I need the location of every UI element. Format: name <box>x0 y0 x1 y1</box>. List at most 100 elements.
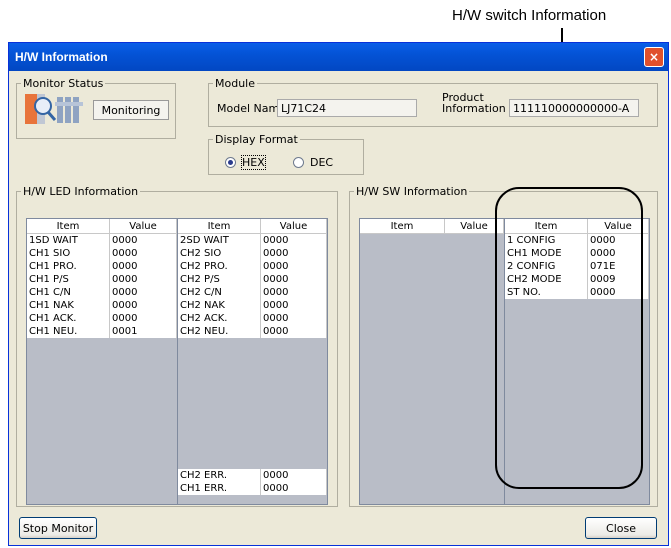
sw-row: ST NO. 0000 <box>505 286 649 299</box>
sw-header-item-2: Item <box>505 219 588 234</box>
item-cell: 2 CONFIG <box>505 260 588 273</box>
item-cell: CH1 C/N <box>27 286 110 299</box>
hex-radio-label: HEX <box>241 155 266 170</box>
product-label-line2: Information <box>442 102 506 115</box>
value-cell: 071E <box>587 260 649 273</box>
sw-info-grid[interactable]: Item Value Item Value 1 CONFIG 0000 CH1 MO… <box>359 218 650 505</box>
monitor-status-group: Monitor Status Monitoring <box>16 77 176 139</box>
led-grid-right: Item Value 2SD WAIT 0000 CH2 SIO 0000 CH2 PR… <box>178 219 327 504</box>
stop-monitor-button[interactable]: Stop Monitor <box>19 517 97 539</box>
led-row: CH1 PRO. 0000 <box>27 260 177 273</box>
led-row: CH1 ERR. 0000 <box>178 482 327 495</box>
value-cell: 0000 <box>260 312 327 325</box>
sw-row: CH1 MODE 0000 <box>505 247 649 260</box>
monitor-status-value: Monitoring <box>93 100 169 120</box>
led-grid-left: Item Value 1SD WAIT 0000 CH1 SIO 0000 CH1 PR… <box>27 219 177 504</box>
led-row: CH2 NEU. 0000 <box>178 325 327 338</box>
value-cell: 0001 <box>109 325 177 338</box>
value-cell: 0000 <box>109 312 177 325</box>
led-row: CH1 NAK 0000 <box>27 299 177 312</box>
led-row: CH2 P/S 0000 <box>178 273 327 286</box>
sw-row: CH2 MODE 0009 <box>505 273 649 286</box>
value-cell: 0000 <box>260 247 327 260</box>
led-info-group: H/W LED Information Item Value 1SD WAIT 0… <box>16 185 338 507</box>
model-name-label: Model Name <box>217 102 286 115</box>
led-row: CH2 NAK 0000 <box>178 299 327 312</box>
value-cell: 0000 <box>587 286 649 299</box>
item-cell: CH2 PRO. <box>178 260 261 273</box>
window-title: H/W Information <box>15 50 108 64</box>
item-cell: CH1 ACK. <box>27 312 110 325</box>
item-cell: CH2 C/N <box>178 286 261 299</box>
value-cell: 0000 <box>109 299 177 312</box>
sw-row: 2 CONFIG 071E <box>505 260 649 273</box>
value-cell: 0000 <box>260 260 327 273</box>
led-row: CH2 ACK. 0000 <box>178 312 327 325</box>
value-cell: 0000 <box>587 247 649 260</box>
item-cell: CH2 P/S <box>178 273 261 286</box>
sw-grid-left: Item Value <box>360 219 504 504</box>
dec-radio-label: DEC <box>310 156 334 169</box>
item-cell: CH1 SIO <box>27 247 110 260</box>
led-row: 1SD WAIT 0000 <box>27 233 177 247</box>
value-cell: 0000 <box>260 273 327 286</box>
hex-radio[interactable]: HEX <box>225 155 266 170</box>
product-info-label: Product Information <box>442 92 506 114</box>
sw-grid-right: Item Value 1 CONFIG 0000 CH1 MODE 0000 2 CON… <box>505 219 649 504</box>
led-row: CH1 C/N 0000 <box>27 286 177 299</box>
product-info-field: 111110000000000-A <box>509 99 639 117</box>
item-cell: CH2 ERR. <box>178 469 261 482</box>
led-row: CH1 NEU. 0001 <box>27 325 177 338</box>
led-row: CH1 ACK. 0000 <box>27 312 177 325</box>
title-bar: H/W Information × <box>9 43 668 71</box>
item-cell: CH2 ACK. <box>178 312 261 325</box>
value-cell: 0000 <box>587 233 649 247</box>
close-button[interactable]: Close <box>585 517 657 539</box>
item-cell: 2SD WAIT <box>178 233 261 247</box>
value-cell: 0000 <box>260 286 327 299</box>
value-cell: 0000 <box>109 286 177 299</box>
sw-row: 1 CONFIG 0000 <box>505 233 649 247</box>
led-row: CH2 ERR. 0000 <box>178 469 327 482</box>
led-info-legend: H/W LED Information <box>23 185 139 198</box>
item-cell: CH1 MODE <box>505 247 588 260</box>
value-cell: 0000 <box>109 233 177 247</box>
led-header-item: Item <box>27 219 110 234</box>
monitor-status-legend: Monitor Status <box>23 77 104 90</box>
value-cell: 0000 <box>260 469 327 482</box>
value-cell: 0000 <box>109 247 177 260</box>
led-row: CH2 SIO 0000 <box>178 247 327 260</box>
sw-info-group: H/W SW Information Item Value Item Value… <box>349 185 658 507</box>
display-format-legend: Display Format <box>215 133 298 146</box>
led-header-item-2: Item <box>178 219 261 234</box>
led-row: CH2 C/N 0000 <box>178 286 327 299</box>
led-info-grid[interactable]: Item Value 1SD WAIT 0000 CH1 SIO 0000 CH1 PR… <box>26 218 328 505</box>
callout-label: H/W switch Information <box>452 7 607 24</box>
sw-header-value: Value <box>444 219 504 234</box>
value-cell: 0000 <box>260 233 327 247</box>
hex-radio-dot <box>225 157 236 168</box>
window-close-button[interactable]: × <box>644 47 664 67</box>
monitor-status-icon <box>25 94 85 124</box>
dec-radio-dot <box>293 157 304 168</box>
value-cell: 0000 <box>109 260 177 273</box>
led-row: CH1 P/S 0000 <box>27 273 177 286</box>
item-cell: CH2 NEU. <box>178 325 261 338</box>
item-cell: CH2 NAK <box>178 299 261 312</box>
value-cell: 0009 <box>587 273 649 286</box>
item-cell: CH1 PRO. <box>27 260 110 273</box>
led-header-value-2: Value <box>260 219 327 234</box>
module-group: Module Model Name LJ71C24 Product Inform… <box>208 77 658 127</box>
dec-radio[interactable]: DEC <box>293 156 333 169</box>
value-cell: 0000 <box>109 273 177 286</box>
sw-header-item: Item <box>360 219 445 234</box>
led-header-value: Value <box>109 219 177 234</box>
sw-header-value-2: Value <box>587 219 649 234</box>
close-icon: × <box>648 50 660 64</box>
item-cell: ST NO. <box>505 286 588 299</box>
module-legend: Module <box>215 77 255 90</box>
item-cell: CH2 SIO <box>178 247 261 260</box>
value-cell: 0000 <box>260 325 327 338</box>
led-row: CH2 PRO. 0000 <box>178 260 327 273</box>
value-cell: 0000 <box>260 299 327 312</box>
